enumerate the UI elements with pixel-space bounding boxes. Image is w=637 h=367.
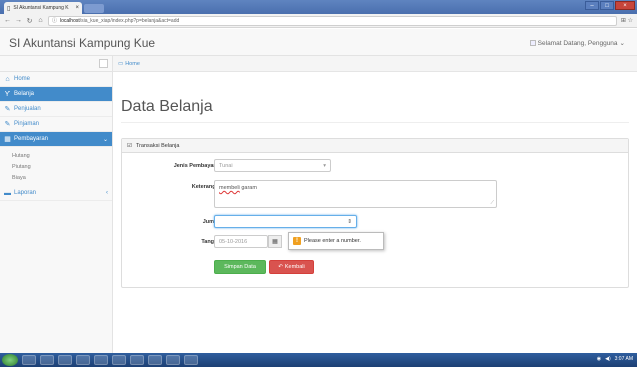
edit-icon: ☑	[127, 142, 132, 149]
new-tab-button[interactable]	[84, 4, 104, 13]
address-bar[interactable]: ⓘ localhost/sia_kue_xiap/index.php?p=bel…	[48, 15, 617, 26]
home-icon[interactable]: ⌂	[37, 17, 44, 24]
taskbar-app[interactable]	[94, 355, 108, 365]
undo-icon: ↶	[278, 264, 283, 270]
sidebar-item-home[interactable]: ⌂ Home	[0, 72, 112, 87]
brand-title[interactable]: SI Akuntansi Kampung Kue	[9, 36, 155, 50]
keterangan-textarea[interactable]: membeli garam ⟋	[214, 180, 497, 208]
tanggal-input[interactable]: 05-10-2016	[214, 235, 268, 248]
taskbar-app[interactable]	[184, 355, 198, 365]
network-icon[interactable]: ◉	[597, 356, 601, 362]
tooltip-text: Please enter a number.	[304, 238, 361, 244]
sidebar-item-laporan[interactable]: ▬ Laporan ‹	[0, 186, 112, 201]
chevron-down-icon: ⌄	[102, 136, 108, 143]
chevron-down-icon: ⌄	[619, 40, 625, 47]
save-button[interactable]: Simpan Data	[214, 260, 266, 274]
browser-tab[interactable]: ▯ SI Akuntansi Kampung K ×	[4, 2, 82, 14]
back-button[interactable]: ↶ Kembali	[269, 260, 314, 274]
sidebar-item-belanja[interactable]: ϒ Belanja	[0, 87, 112, 102]
taskbar-app[interactable]	[22, 355, 36, 365]
app-header: SI Akuntansi Kampung Kue Selamat Datang,…	[0, 29, 637, 56]
keterangan-word-1: membeli	[219, 185, 240, 191]
taskbar-app[interactable]	[112, 355, 126, 365]
sidebar: ⌂ Home ϒ Belanja ✎ Penjualan ✎ Pinjaman …	[0, 56, 113, 353]
chevron-left-icon: ‹	[106, 190, 108, 196]
sidebar-item-pembayaran[interactable]: ▦ Pembayaran ⌄	[0, 132, 112, 147]
avatar-icon	[529, 40, 536, 46]
row-jumlah: Jumlah	[122, 215, 630, 225]
edit-icon: ✎	[4, 106, 11, 113]
jumlah-input[interactable]: ⇕	[214, 215, 357, 228]
system-tray: ◉ ◀) 3:07 AM	[597, 356, 633, 362]
keterangan-word-2: garam	[241, 185, 257, 191]
main-content: ▭ Home Data Belanja ☑ Transaksi Belanja …	[113, 56, 637, 353]
cart-icon: ϒ	[4, 90, 11, 98]
tab-title: SI Akuntansi Kampung K	[13, 5, 69, 11]
sidebar-subitem-biaya[interactable]: Biaya	[0, 172, 112, 183]
title-divider	[121, 122, 629, 123]
jenis-select[interactable]: Tunai ▾	[214, 159, 331, 172]
url-path: /sia_kue_xiap/index.php?p=belanja&act=ad…	[79, 17, 180, 24]
taskbar-app[interactable]	[166, 355, 180, 365]
row-jenis: Jenis Pembayaran	[122, 159, 630, 169]
info-icon: ⓘ	[52, 18, 58, 24]
sidebar-item-penjualan[interactable]: ✎ Penjualan	[0, 102, 112, 117]
calendar-icon[interactable]: ▦	[268, 235, 282, 248]
keterangan-label: Keterangan	[191, 184, 222, 190]
reload-icon[interactable]: ↻	[26, 17, 33, 25]
chevron-down-icon: ▾	[323, 162, 326, 169]
validation-tooltip: ! Please enter a number.	[288, 232, 384, 250]
user-menu[interactable]: Selamat Datang, Pengguna ⌄	[529, 39, 625, 47]
page-title: Data Belanja	[121, 98, 213, 115]
taskbar-app[interactable]	[148, 355, 162, 365]
transaction-panel: ☑ Transaksi Belanja Jenis Pembayaran Tun…	[121, 138, 629, 288]
volume-icon[interactable]: ◀)	[605, 356, 611, 362]
browser-toolbar: ← → ↻ ⌂ ⓘ localhost/sia_kue_xiap/index.p…	[0, 14, 637, 28]
sidebar-item-pinjaman[interactable]: ✎ Pinjaman	[0, 117, 112, 132]
breadcrumb-home-icon: ▭	[118, 60, 124, 67]
back-arrow-icon[interactable]: ←	[4, 17, 11, 24]
resize-grip-icon[interactable]: ⟋	[490, 200, 494, 206]
panel-title: Transaksi Belanja	[135, 142, 180, 149]
report-icon: ▬	[4, 189, 11, 197]
warning-icon: !	[293, 237, 301, 245]
edit-icon: ✎	[4, 121, 11, 128]
tab-close-icon[interactable]: ×	[75, 5, 79, 11]
window-controls: – □ ×	[585, 1, 635, 10]
clock[interactable]: 3:07 AM	[615, 356, 633, 362]
panel-heading: ☑ Transaksi Belanja	[122, 139, 628, 153]
grid-icon: ▦	[4, 136, 11, 143]
sidebar-search	[0, 56, 112, 72]
spinner-icon[interactable]: ⇕	[347, 219, 352, 225]
taskbar-app[interactable]	[76, 355, 90, 365]
taskbar-app[interactable]	[58, 355, 72, 365]
minimize-icon[interactable]: –	[585, 1, 599, 10]
sidebar-toggle-button[interactable]	[99, 59, 108, 68]
bookmark-star-icon[interactable]: ⊞ ☆	[621, 17, 633, 24]
browser-tabstrip: ▯ SI Akuntansi Kampung K × – □ ×	[0, 0, 637, 14]
sidebar-subitem-hutang[interactable]: Hutang	[0, 150, 112, 161]
jenis-label: Jenis Pembayaran	[173, 163, 222, 169]
os-taskbar: ◉ ◀) 3:07 AM	[0, 353, 637, 367]
tanggal-label: Tanggal	[201, 239, 222, 245]
maximize-icon[interactable]: □	[600, 1, 614, 10]
sidebar-subitem-piutang[interactable]: Piutang	[0, 161, 112, 172]
document-icon: ▯	[7, 5, 11, 12]
taskbar-app[interactable]	[130, 355, 144, 365]
url-host: localhost	[60, 17, 80, 24]
breadcrumb-home-link[interactable]: Home	[125, 61, 140, 67]
taskbar-app[interactable]	[40, 355, 54, 365]
forward-arrow-icon[interactable]: →	[15, 17, 22, 24]
start-button[interactable]	[2, 354, 18, 366]
breadcrumb: ▭ Home	[113, 56, 637, 72]
home-icon: ⌂	[5, 75, 10, 83]
close-icon[interactable]: ×	[615, 1, 635, 10]
welcome-text: Selamat Datang, Pengguna	[537, 39, 618, 47]
jumlah-label: Jumlah	[202, 219, 222, 225]
